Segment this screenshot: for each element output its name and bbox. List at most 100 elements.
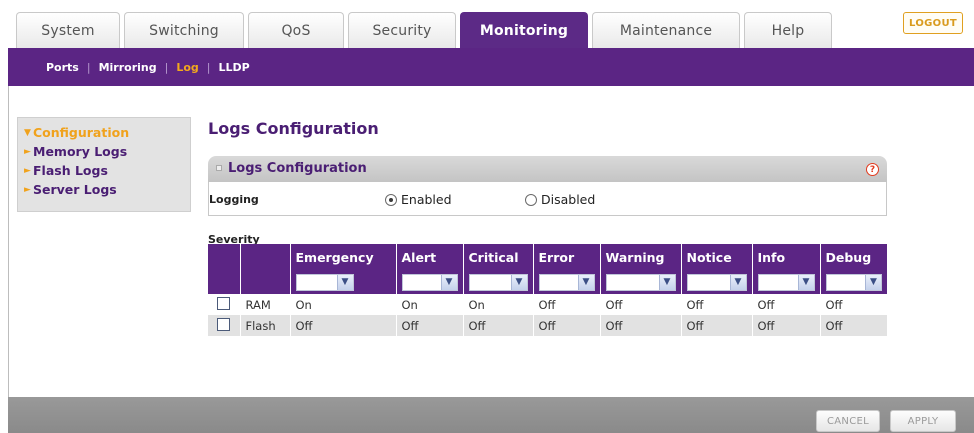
subnav-mirroring[interactable]: Mirroring	[91, 61, 165, 74]
row-checkbox-cell	[208, 294, 241, 315]
tab-qos[interactable]: QoS	[248, 12, 344, 48]
info-select[interactable]: ▼	[757, 273, 815, 291]
tab-monitoring[interactable]: Monitoring	[460, 12, 588, 48]
left-menu: ▼ Configuration ► Memory Logs ► Flash Lo…	[17, 117, 191, 212]
menu-item-label: Server Logs	[33, 182, 117, 197]
table-row: Flash Off Off Off Off Off Off Off Off	[208, 315, 887, 336]
tab-help[interactable]: Help	[744, 12, 832, 48]
severity-table: Emergency Alert Critical Error Warning N…	[208, 244, 887, 336]
column-debug: Debug	[820, 244, 887, 270]
tab-maintenance[interactable]: Maintenance	[592, 12, 740, 48]
help-icon[interactable]: ?	[866, 163, 879, 176]
cell-warning: Off	[600, 315, 682, 336]
column-critical: Critical	[463, 244, 534, 270]
empty-cell	[240, 270, 291, 294]
debug-select[interactable]: ▼	[825, 273, 882, 291]
empty-cell	[208, 270, 241, 294]
warning-select[interactable]: ▼	[605, 273, 676, 291]
cell-debug: Off	[820, 315, 887, 336]
menu-item-flash-logs[interactable]: ► Flash Logs	[24, 161, 190, 180]
info-select-cell: ▼	[752, 270, 821, 294]
emergency-select[interactable]: ▼	[295, 273, 354, 291]
error-select-cell: ▼	[533, 270, 601, 294]
chevron-down-icon: ▼	[577, 274, 594, 290]
column-info: Info	[752, 244, 821, 270]
main-tab-bar: System Switching QoS Security Monitoring…	[8, 6, 974, 48]
radio-label: Enabled	[401, 192, 452, 207]
cell-critical: Off	[463, 315, 534, 336]
column-warning: Warning	[600, 244, 682, 270]
menu-item-configuration[interactable]: ▼ Configuration	[24, 123, 190, 142]
logging-row: Logging Enabled Disabled	[208, 182, 887, 216]
subnav-log[interactable]: Log	[168, 61, 206, 74]
cell-notice: Off	[681, 294, 753, 315]
column-alert: Alert	[396, 244, 464, 270]
chevron-down-icon: ▼	[336, 274, 353, 290]
radio-selected-icon	[385, 193, 397, 206]
chevron-down-icon: ▼	[440, 274, 457, 290]
chevron-right-icon: ►	[24, 165, 31, 176]
critical-select[interactable]: ▼	[468, 273, 528, 291]
warning-select-cell: ▼	[600, 270, 682, 294]
chevron-right-icon: ►	[24, 146, 31, 157]
table-header-checkbox	[208, 244, 241, 270]
section-title: Logs Configuration	[228, 161, 367, 176]
cell-warning: Off	[600, 294, 682, 315]
subnav-lldp[interactable]: LLDP	[211, 61, 258, 74]
notice-select[interactable]: ▼	[686, 273, 747, 291]
row-checkbox[interactable]	[217, 317, 231, 331]
critical-select-cell: ▼	[463, 270, 534, 294]
cancel-button[interactable]: CANCEL	[816, 410, 880, 432]
cell-info: Off	[752, 315, 821, 336]
cell-alert: Off	[396, 315, 464, 336]
logging-disabled-radio[interactable]: Disabled	[525, 192, 595, 207]
table-row: RAM On On On Off Off Off Off Off	[208, 294, 887, 315]
menu-item-label: Configuration	[33, 125, 130, 140]
cell-emergency: Off	[290, 315, 397, 336]
sub-navigation: Ports | Mirroring | Log | LLDP	[8, 48, 974, 86]
cell-info: Off	[752, 294, 821, 315]
alert-select-cell: ▼	[396, 270, 464, 294]
row-checkbox[interactable]	[217, 296, 231, 310]
row-checkbox-cell	[208, 315, 241, 336]
tab-switching[interactable]: Switching	[124, 12, 244, 48]
error-select[interactable]: ▼	[538, 273, 595, 291]
cell-debug: Off	[820, 294, 887, 315]
tab-security[interactable]: Security	[348, 12, 456, 48]
chevron-down-icon: ▼	[797, 274, 814, 290]
chevron-down-icon: ▼	[24, 127, 31, 138]
cell-error: Off	[533, 294, 601, 315]
radio-unselected-icon	[525, 193, 537, 206]
notice-select-cell: ▼	[681, 270, 753, 294]
page-title: Logs Configuration	[208, 119, 379, 138]
menu-item-memory-logs[interactable]: ► Memory Logs	[24, 142, 190, 161]
menu-item-server-logs[interactable]: ► Server Logs	[24, 180, 190, 199]
row-name: Flash	[240, 315, 291, 336]
row-name: RAM	[240, 294, 291, 315]
section-header: Logs Configuration ?	[208, 156, 887, 182]
table-header-row: Emergency Alert Critical Error Warning N…	[208, 244, 887, 270]
column-emergency: Emergency	[290, 244, 397, 270]
chevron-down-icon: ▼	[729, 274, 746, 290]
cell-error: Off	[533, 315, 601, 336]
column-error: Error	[533, 244, 601, 270]
chevron-down-icon: ▼	[510, 274, 527, 290]
cell-alert: On	[396, 294, 464, 315]
cell-notice: Off	[681, 315, 753, 336]
logging-enabled-radio[interactable]: Enabled	[385, 192, 452, 207]
menu-item-label: Flash Logs	[33, 163, 108, 178]
apply-button[interactable]: APPLY	[890, 410, 956, 432]
table-select-row: ▼ ▼ ▼ ▼ ▼ ▼ ▼ ▼	[208, 270, 887, 294]
section-bullet-icon	[216, 165, 222, 171]
radio-label: Disabled	[541, 192, 596, 207]
alert-select[interactable]: ▼	[401, 273, 458, 291]
column-notice: Notice	[681, 244, 753, 270]
tab-system[interactable]: System	[16, 12, 120, 48]
menu-item-label: Memory Logs	[33, 144, 128, 159]
chevron-right-icon: ►	[24, 184, 31, 195]
subnav-ports[interactable]: Ports	[38, 61, 87, 74]
logs-config-section: Logs Configuration ? Logging Enabled Dis…	[208, 156, 887, 360]
emergency-select-cell: ▼	[290, 270, 397, 294]
cell-emergency: On	[290, 294, 397, 315]
logout-button[interactable]: LOGOUT	[903, 12, 963, 34]
